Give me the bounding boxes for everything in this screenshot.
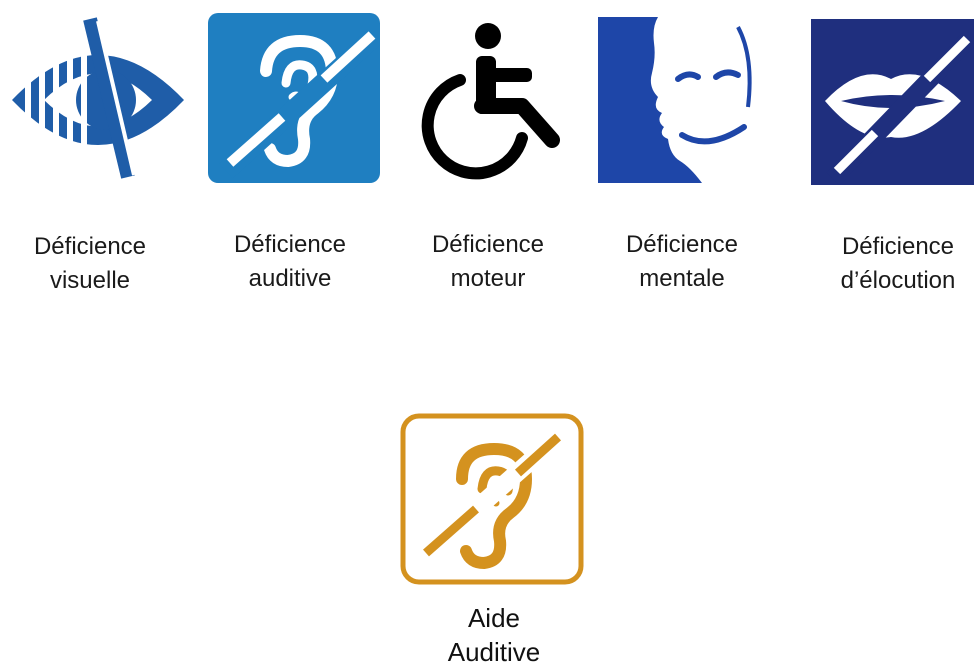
caption-visual-impairment: Déficience visuelle [20, 230, 160, 298]
visual-impairment-pictogram [8, 15, 188, 180]
caption-line: Aide [467, 603, 521, 633]
speech-impairment-lips-icon [811, 19, 974, 185]
caption-mental-impairment: Déficience mentale [612, 228, 752, 296]
caption-speech-impairment: Déficience d’élocution [826, 230, 970, 298]
hearing-impairment-icon [208, 13, 380, 183]
speech-impairment-pictogram [811, 19, 974, 185]
caption-line: mentale [639, 265, 725, 292]
hearing-aid-pictogram [400, 413, 584, 585]
caption-line: auditive [248, 265, 332, 292]
mental-impairment-face-icon [598, 17, 770, 183]
caption-line: Déficience [431, 231, 545, 258]
caption-line: Déficience [233, 231, 347, 258]
caption-line: moteur [450, 265, 526, 292]
wheelchair-icon [421, 23, 560, 180]
caption-line: Déficience [625, 231, 739, 258]
caption-line: visuelle [49, 267, 131, 294]
hearing-aid-ear-icon [400, 413, 584, 585]
visual-impairment-icon [12, 17, 184, 179]
hearing-impairment-pictogram [208, 13, 380, 183]
caption-line: Auditive [447, 637, 541, 667]
wheelchair-pictogram [412, 18, 562, 183]
caption-motor-impairment: Déficience moteur [418, 228, 558, 296]
caption-hearing-aid: Aide Auditive [442, 601, 546, 669]
mental-impairment-pictogram [598, 17, 770, 183]
caption-line: Déficience [33, 233, 147, 260]
caption-line: Déficience [841, 233, 955, 260]
caption-line: d’élocution [840, 267, 956, 294]
caption-hearing-impairment: Déficience auditive [220, 228, 360, 296]
